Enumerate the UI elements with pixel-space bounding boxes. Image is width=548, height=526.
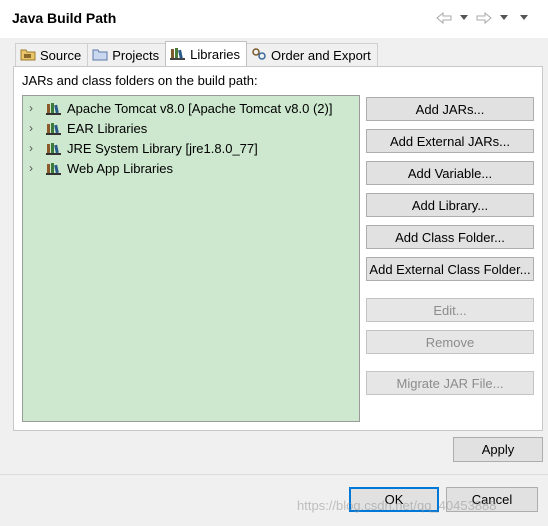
tree-item-label: Web App Libraries [67, 160, 173, 176]
back-dropdown-icon[interactable] [456, 10, 472, 26]
library-icon [45, 141, 63, 155]
tree-item[interactable]: › Apache Tomcat v8.0 [Apache Tomcat v8.0… [23, 98, 359, 118]
chevron-right-icon[interactable]: › [29, 161, 43, 175]
dialog-title: Java Build Path [12, 10, 117, 26]
library-tree[interactable]: › Apache Tomcat v8.0 [Apache Tomcat v8.0… [22, 95, 360, 422]
chevron-right-icon[interactable]: › [29, 101, 43, 115]
back-arrow-icon[interactable] [436, 10, 452, 26]
projects-folder-icon [92, 47, 108, 64]
migrate-jar-button[interactable]: Migrate JAR File... [366, 371, 534, 395]
build-path-label: JARs and class folders on the build path… [22, 73, 258, 88]
add-jars-button[interactable]: Add JARs... [366, 97, 534, 121]
tree-item[interactable]: › EAR Libraries [23, 118, 359, 138]
edit-button[interactable]: Edit... [366, 298, 534, 322]
tree-item[interactable]: › Web App Libraries [23, 158, 359, 178]
remove-button[interactable]: Remove [366, 330, 534, 354]
tab-order-export[interactable]: Order and Export [246, 43, 378, 66]
library-icon [45, 121, 63, 135]
tab-projects[interactable]: Projects [87, 43, 167, 66]
chevron-right-icon[interactable]: › [29, 141, 43, 155]
dialog-header: Java Build Path [0, 0, 548, 38]
tab-source[interactable]: Source [15, 43, 89, 66]
forward-dropdown-icon[interactable] [496, 10, 512, 26]
source-folder-icon [20, 47, 36, 64]
tab-libraries[interactable]: Libraries [165, 41, 248, 66]
tab-source-label: Source [40, 47, 82, 63]
libraries-panel: JARs and class folders on the build path… [13, 66, 543, 431]
tree-item-label: Apache Tomcat v8.0 [Apache Tomcat v8.0 (… [67, 100, 333, 116]
tab-libraries-label: Libraries [190, 46, 241, 62]
tree-item[interactable]: › JRE System Library [jre1.8.0_77] [23, 138, 359, 158]
history-nav [436, 10, 532, 26]
order-export-icon [251, 47, 267, 64]
add-external-class-folder-button[interactable]: Add External Class Folder... [366, 257, 534, 281]
tab-bar: Source Projects Libraries Order and Expo… [15, 41, 378, 66]
add-external-jars-button[interactable]: Add External JARs... [366, 129, 534, 153]
view-menu-icon[interactable] [516, 10, 532, 26]
tree-item-label: JRE System Library [jre1.8.0_77] [67, 140, 258, 156]
libraries-icon [170, 46, 186, 63]
library-icon [45, 101, 63, 115]
add-class-folder-button[interactable]: Add Class Folder... [366, 225, 534, 249]
tab-projects-label: Projects [112, 47, 160, 63]
forward-arrow-icon[interactable] [476, 10, 492, 26]
ok-button[interactable]: OK [349, 487, 439, 512]
cancel-button[interactable]: Cancel [446, 487, 538, 512]
library-icon [45, 161, 63, 175]
apply-button[interactable]: Apply [453, 437, 543, 462]
add-variable-button[interactable]: Add Variable... [366, 161, 534, 185]
tree-item-label: EAR Libraries [67, 120, 148, 136]
tab-order-export-label: Order and Export [271, 47, 371, 63]
chevron-right-icon[interactable]: › [29, 121, 43, 135]
add-library-button[interactable]: Add Library... [366, 193, 534, 217]
